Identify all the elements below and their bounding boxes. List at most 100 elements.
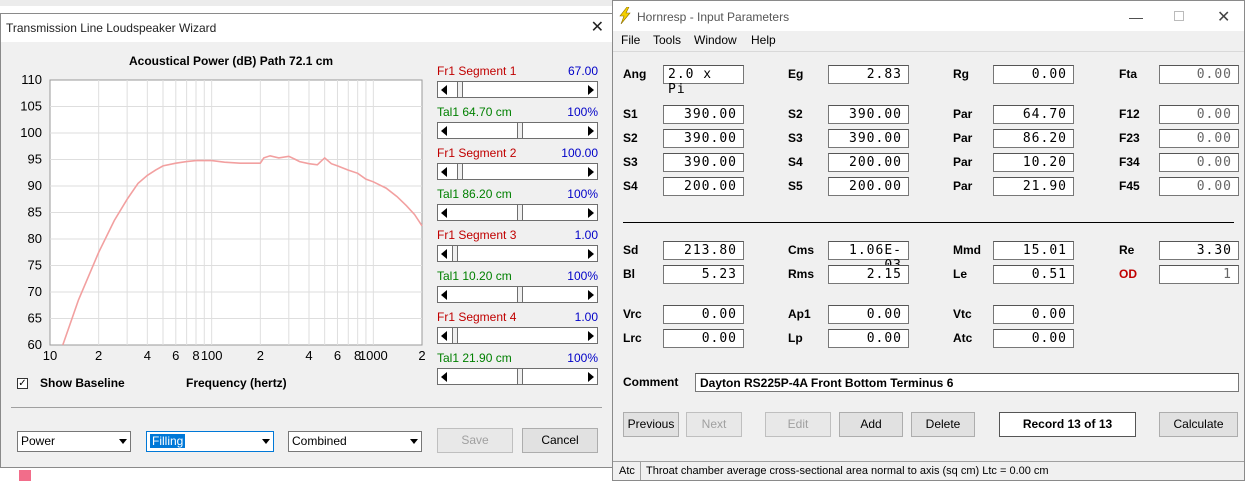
minimize-icon[interactable]: — — [1129, 9, 1143, 25]
param-f45-field[interactable]: 0.00 — [1159, 177, 1239, 196]
tl-window-title: Transmission Line Loudspeaker Wizard — [6, 21, 217, 35]
param-s3b-field[interactable]: 390.00 — [663, 153, 744, 172]
param-sd-field[interactable]: 213.80 — [663, 241, 744, 260]
arrow-right-icon[interactable] — [588, 208, 594, 218]
arrow-left-icon[interactable] — [441, 290, 447, 300]
segment-2-fr-slider[interactable] — [437, 163, 598, 180]
filling-select[interactable]: Filling — [146, 431, 274, 452]
segment-2-tal-slider[interactable] — [437, 204, 598, 221]
param-s2a-field[interactable]: 390.00 — [828, 105, 909, 124]
menu-tools[interactable]: Tools — [653, 33, 681, 47]
menu-file[interactable]: File — [621, 33, 640, 47]
arrow-left-icon[interactable] — [441, 167, 447, 177]
param-ap1-field[interactable]: 0.00 — [828, 305, 909, 324]
cancel-button[interactable]: Cancel — [522, 428, 598, 453]
arrow-right-icon[interactable] — [588, 331, 594, 341]
save-button[interactable]: Save — [437, 428, 513, 453]
arrow-right-icon[interactable] — [588, 372, 594, 382]
arrow-left-icon[interactable] — [441, 208, 447, 218]
param-eg-field[interactable]: 2.83 — [828, 65, 909, 84]
param-f34-field[interactable]: 0.00 — [1159, 153, 1239, 172]
power-select[interactable]: Power — [17, 431, 131, 452]
param-vtc-field[interactable]: 0.00 — [993, 305, 1074, 324]
menu-window[interactable]: Window — [694, 33, 737, 47]
param-s2b-field[interactable]: 390.00 — [663, 129, 744, 148]
param-lrc-field[interactable]: 0.00 — [663, 329, 744, 348]
close-icon[interactable]: ✕ — [1217, 7, 1230, 27]
arrow-right-icon[interactable] — [588, 290, 594, 300]
show-baseline-checkbox[interactable]: ✓ — [17, 378, 28, 389]
param-rms-field[interactable]: 2.15 — [828, 265, 909, 284]
segment-3-tal-slider[interactable] — [437, 286, 598, 303]
param-par4-label: Par — [953, 179, 973, 193]
param-s5-field[interactable]: 200.00 — [828, 177, 909, 196]
arrow-left-icon[interactable] — [441, 372, 447, 382]
add-button[interactable]: Add — [839, 412, 903, 437]
arrow-right-icon[interactable] — [588, 85, 594, 95]
param-bl-field[interactable]: 5.23 — [663, 265, 744, 284]
param-sd-label: Sd — [623, 243, 639, 257]
param-s4a-field[interactable]: 200.00 — [828, 153, 909, 172]
arrow-left-icon[interactable] — [441, 249, 447, 259]
arrow-left-icon[interactable] — [441, 331, 447, 341]
param-lrc-label: Lrc — [623, 331, 642, 345]
chart-title: Acoustical Power (dB) Path 72.1 cm — [129, 54, 334, 68]
param-vrc-label: Vrc — [623, 307, 642, 321]
next-button[interactable]: Next — [686, 412, 742, 437]
maximize-icon[interactable] — [1174, 11, 1184, 21]
param-par4-field[interactable]: 21.90 — [993, 177, 1074, 196]
segment-3-fr-slider[interactable] — [437, 245, 598, 262]
previous-button[interactable]: Previous — [623, 412, 679, 437]
param-par2-field[interactable]: 86.20 — [993, 129, 1074, 148]
slider-thumb[interactable] — [457, 163, 463, 180]
tl-title-bar[interactable]: Transmission Line Loudspeaker Wizard ✕ — [1, 14, 612, 42]
param-cms-label: Cms — [788, 243, 815, 257]
param-s3a-field[interactable]: 390.00 — [828, 129, 909, 148]
param-le-field[interactable]: 0.51 — [993, 265, 1074, 284]
param-s4b-field[interactable]: 200.00 — [663, 177, 744, 196]
segment-4-fr-value: 1.00 — [574, 310, 598, 324]
param-od-field[interactable]: 1 — [1159, 265, 1239, 284]
param-s1a-label: S1 — [623, 107, 638, 121]
arrow-left-icon[interactable] — [441, 85, 447, 95]
arrow-right-icon[interactable] — [588, 167, 594, 177]
param-fta-field[interactable]: 0.00 — [1159, 65, 1239, 84]
comment-field[interactable]: Dayton RS225P-4A Front Bottom Terminus 6 — [695, 373, 1239, 392]
slider-thumb[interactable] — [517, 368, 523, 385]
param-ang-field[interactable]: 2.0 x Pi — [663, 65, 744, 97]
param-cms-field[interactable]: 1.06E-03 — [828, 241, 909, 273]
param-rg-field[interactable]: 0.00 — [993, 65, 1074, 84]
param-mmd-field[interactable]: 15.01 — [993, 241, 1074, 260]
arrow-left-icon[interactable] — [441, 126, 447, 136]
param-s1a-field[interactable]: 390.00 — [663, 105, 744, 124]
param-vrc-field[interactable]: 0.00 — [663, 305, 744, 324]
combined-select[interactable]: Combined — [288, 431, 422, 452]
segment-4-tal-slider[interactable] — [437, 368, 598, 385]
segment-4-fr-slider[interactable] — [437, 327, 598, 344]
delete-button[interactable]: Delete — [911, 412, 975, 437]
edit-button[interactable]: Edit — [765, 412, 831, 437]
slider-thumb[interactable] — [452, 245, 458, 262]
param-mmd-label: Mmd — [953, 243, 981, 257]
y-tick-label: 75 — [28, 258, 42, 273]
param-par3-field[interactable]: 10.20 — [993, 153, 1074, 172]
segment-1-fr-slider[interactable] — [437, 81, 598, 98]
close-icon[interactable]: ✕ — [591, 17, 604, 37]
slider-thumb[interactable] — [517, 122, 523, 139]
arrow-right-icon[interactable] — [588, 249, 594, 259]
slider-thumb[interactable] — [457, 81, 463, 98]
param-atc-field[interactable]: 0.00 — [993, 329, 1074, 348]
calculate-button[interactable]: Calculate — [1159, 412, 1238, 437]
param-re-field[interactable]: 3.30 — [1159, 241, 1239, 260]
slider-thumb[interactable] — [517, 286, 523, 303]
slider-thumb[interactable] — [452, 327, 458, 344]
segment-1-tal-slider[interactable] — [437, 122, 598, 139]
param-f23-field[interactable]: 0.00 — [1159, 129, 1239, 148]
param-lp-field[interactable]: 0.00 — [828, 329, 909, 348]
menu-help[interactable]: Help — [751, 33, 776, 47]
hr-title-bar[interactable]: Hornresp - Input Parameters — ✕ — [613, 1, 1244, 31]
param-f12-field[interactable]: 0.00 — [1159, 105, 1239, 124]
arrow-right-icon[interactable] — [588, 126, 594, 136]
param-par1-field[interactable]: 64.70 — [993, 105, 1074, 124]
slider-thumb[interactable] — [517, 204, 523, 221]
